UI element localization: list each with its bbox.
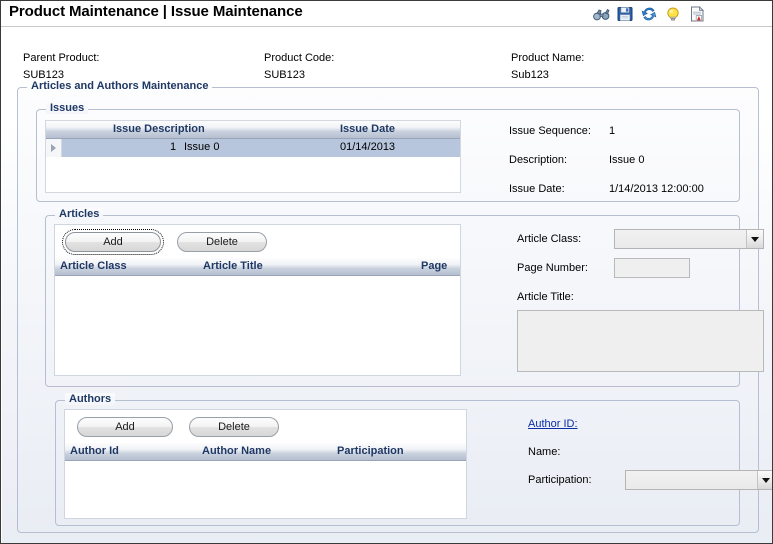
article-class-combo-value xyxy=(615,230,746,248)
refresh-icon[interactable] xyxy=(638,3,660,25)
issues-detail-panel: Issue Sequence: 1 Description: Issue 0 I… xyxy=(469,120,731,195)
issues-group-title: Issues xyxy=(46,102,89,114)
issue-sequence-value: 1 xyxy=(609,125,616,137)
report-icon[interactable] xyxy=(686,3,708,25)
content-area: Parent Product: SUB123 Product Code: SUB… xyxy=(2,27,772,543)
participation-combo[interactable] xyxy=(625,470,772,490)
articles-group: Articles Add Delete Article Class Articl… xyxy=(45,208,764,387)
title-bar: Product Maintenance | Issue Maintenance xyxy=(1,1,772,27)
binoculars-icon[interactable] xyxy=(590,3,612,25)
articles-group-title: Articles xyxy=(55,208,104,220)
articles-authors-maintenance-group: Articles and Authors Maintenance Issues … xyxy=(17,80,772,533)
authors-column-id[interactable]: Author Id xyxy=(70,445,119,457)
article-title-label: Article Title: xyxy=(517,291,574,303)
articles-delete-button[interactable]: Delete xyxy=(177,232,267,252)
page-title-right: Issue Maintenance xyxy=(170,3,303,20)
articles-column-class[interactable]: Article Class xyxy=(60,260,127,272)
articles-grid[interactable]: Article Class Article Title Page xyxy=(55,258,460,375)
page-number-input[interactable] xyxy=(614,258,690,278)
articles-grid-header: Article Class Article Title Page xyxy=(55,258,460,276)
issue-sequence-label: Issue Sequence: xyxy=(509,125,591,137)
save-icon[interactable] xyxy=(614,3,636,25)
issue-date-value: 1/14/2013 12:00:00 xyxy=(609,183,704,195)
authors-column-participation[interactable]: Participation xyxy=(337,445,404,457)
issue-description-value: Issue 0 xyxy=(609,154,645,166)
article-class-label: Article Class: xyxy=(517,233,582,245)
articles-column-page[interactable]: Page xyxy=(421,260,447,272)
authors-grid[interactable]: Author Id Author Name Participation xyxy=(65,443,466,518)
product-code-label: Product Code: xyxy=(264,52,335,64)
issue-sequence-cell: 1 xyxy=(170,141,177,153)
page-title-separator: | xyxy=(162,3,167,20)
articles-column-title[interactable]: Article Title xyxy=(203,260,263,272)
author-id-link[interactable]: Author ID: xyxy=(528,418,578,430)
articles-grid-panel: Add Delete Article Class Article Title P… xyxy=(54,224,461,376)
article-title-input[interactable] xyxy=(517,310,764,372)
issues-column-date[interactable]: Issue Date xyxy=(340,123,395,135)
parent-product-label: Parent Product: xyxy=(23,52,100,64)
chevron-down-icon[interactable] xyxy=(746,230,763,248)
authors-add-button[interactable]: Add xyxy=(77,417,173,437)
article-class-combo[interactable] xyxy=(614,229,764,249)
issues-column-description[interactable]: Issue Description xyxy=(113,123,205,135)
toolbar xyxy=(587,2,711,26)
participation-combo-value xyxy=(626,471,757,489)
product-code-value: SUB123 xyxy=(264,69,305,81)
lightbulb-icon[interactable] xyxy=(662,3,684,25)
authors-detail-panel: Author ID: Name: Participation: xyxy=(475,409,772,519)
table-row[interactable]: 1 Issue 0 01/14/2013 xyxy=(46,139,460,157)
issue-date-cell: 01/14/2013 xyxy=(340,141,396,153)
parent-product-field: Parent Product: SUB123 xyxy=(23,52,99,81)
row-selector xyxy=(46,139,62,157)
product-name-value: Sub123 xyxy=(511,69,549,81)
authors-grid-panel: Add Delete Author Id Author Name Partici… xyxy=(64,409,467,519)
product-name-field: Product Name: Sub123 xyxy=(511,52,584,81)
page-number-label: Page Number: xyxy=(517,262,588,274)
articles-add-button[interactable]: Add xyxy=(62,229,164,255)
authors-group: Authors Add Delete Author Id Author Name… xyxy=(55,393,772,526)
articles-detail-panel: Article Class: Page Number: Article Titl… xyxy=(469,224,764,376)
issues-grid[interactable]: Issue Description Issue Date 1 Issue 0 0… xyxy=(45,120,461,193)
application-window: Product Maintenance|Issue Maintenance xyxy=(0,0,773,544)
authors-column-name[interactable]: Author Name xyxy=(202,445,271,457)
author-name-label: Name: xyxy=(528,446,561,458)
issues-grid-body: 1 Issue 0 01/14/2013 xyxy=(46,139,460,157)
authors-grid-header: Author Id Author Name Participation xyxy=(65,443,466,461)
page-title: Product Maintenance | Issue Maintenance xyxy=(9,3,303,20)
issues-group: Issues Issue Description Issue Date 1 Is… xyxy=(36,102,740,202)
issue-description-cell: Issue 0 xyxy=(184,141,220,153)
chevron-down-icon[interactable] xyxy=(757,471,772,489)
issue-description-label: Description: xyxy=(509,154,568,166)
product-code-field: Product Code: SUB123 xyxy=(264,52,334,81)
page-title-left: Product Maintenance xyxy=(9,3,159,20)
row-arrow-icon xyxy=(51,144,56,152)
articles-authors-maintenance-title: Articles and Authors Maintenance xyxy=(27,80,213,92)
product-name-label: Product Name: xyxy=(511,52,585,64)
issue-date-label: Issue Date: xyxy=(509,183,565,195)
authors-group-title: Authors xyxy=(65,393,116,405)
participation-label: Participation: xyxy=(528,474,592,486)
issues-grid-header: Issue Description Issue Date xyxy=(46,121,460,139)
authors-delete-button[interactable]: Delete xyxy=(189,417,279,437)
